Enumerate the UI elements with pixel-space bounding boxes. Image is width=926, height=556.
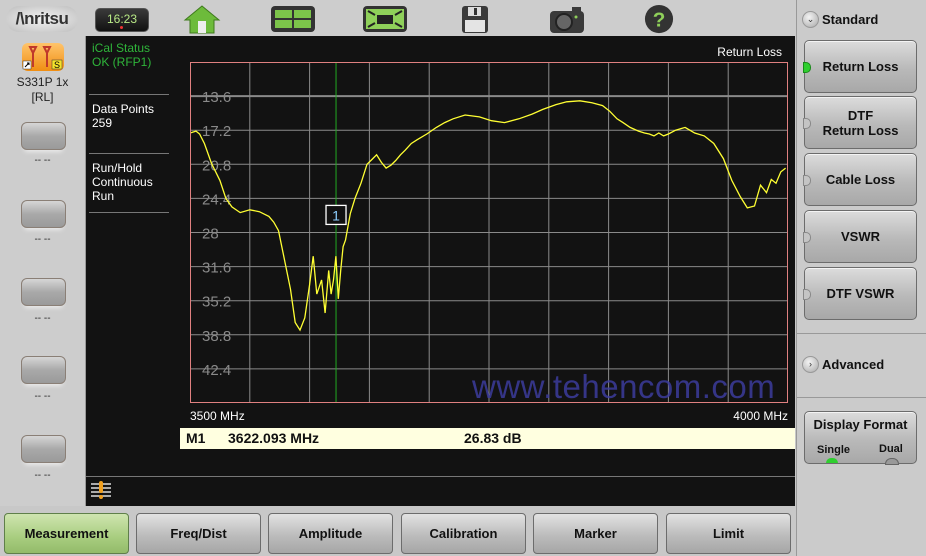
marker-name: M1 <box>186 430 206 446</box>
soft-key-5-label: -- -- <box>34 470 51 481</box>
antenna-icon: S <box>22 46 63 70</box>
y-tick-label: 31.6 <box>202 260 231 277</box>
display-format-single-label: Single <box>817 444 851 456</box>
camera-icon[interactable] <box>548 4 586 34</box>
model-name: S331P 1x <box>16 75 69 89</box>
return-loss-button[interactable]: Return Loss <box>803 40 917 93</box>
y-tick-label: 42.4 <box>202 362 231 379</box>
soft-key-2-label: -- -- <box>34 234 51 245</box>
y-tick-label: 17.2 <box>202 123 231 140</box>
cable-loss-button[interactable]: Cable Loss <box>803 153 917 206</box>
soft-key-2[interactable] <box>21 200 66 228</box>
marker-frequency: 3622.093 MHz <box>228 430 320 446</box>
soft-key-4-label: -- -- <box>34 391 51 402</box>
message-area-divider <box>86 476 795 477</box>
single-selected-led <box>826 458 838 463</box>
plot-title: Return Loss <box>717 45 782 59</box>
instrument-mode-icon[interactable]: S <box>22 43 64 71</box>
display-format-label: Display Format <box>813 417 908 432</box>
return-loss-button-label: Return Loss <box>822 59 899 74</box>
run-hold-info: Run/Hold Continuous Run <box>92 161 153 203</box>
dtf-vswr-button[interactable]: DTF VSWR <box>803 267 917 320</box>
cable-loss-button-label: Cable Loss <box>825 172 896 187</box>
help-icon[interactable]: ? <box>643 4 675 34</box>
vswr-button[interactable]: VSWR <box>803 210 917 263</box>
dtf-vswr-button-label: DTF VSWR <box>826 286 895 301</box>
run-hold-label: Run/Hold <box>92 161 143 175</box>
menu-divider <box>797 397 926 398</box>
inactive-indicator-led <box>803 289 811 300</box>
marker-1-flag[interactable]: 1 <box>325 204 347 226</box>
inactive-indicator-led <box>803 232 811 243</box>
marker-readout-bar[interactable]: M1 3622.093 MHz 26.83 dB <box>180 428 795 449</box>
soft-key-4[interactable] <box>21 356 66 384</box>
menu-divider <box>797 333 926 334</box>
inactive-indicator-led <box>803 118 811 129</box>
soft-key-5[interactable] <box>21 435 66 463</box>
ical-status: iCal Status OK (RFP1) <box>92 41 151 69</box>
tab-freq-dist[interactable]: Freq/Dist <box>136 513 261 554</box>
display-format-toggle[interactable]: Display Format Single Dual <box>804 411 917 465</box>
clock-display[interactable]: 16:23 <box>95 8 149 32</box>
tab-calibration[interactable]: Calibration <box>401 513 526 554</box>
y-tick-label: 38.8 <box>202 328 231 345</box>
dual-unselected-led <box>885 458 899 465</box>
advanced-section-label: Advanced <box>822 357 885 372</box>
home-icon[interactable] <box>183 4 221 34</box>
tab-limit[interactable]: Limit <box>666 513 791 554</box>
run-hold-mode: Continuous <box>92 175 153 189</box>
status-divider <box>89 153 169 154</box>
vswr-button-label: VSWR <box>841 229 880 244</box>
measurement-mode: [RL] <box>31 90 54 104</box>
return-loss-trace <box>190 100 787 332</box>
status-divider <box>89 212 169 213</box>
y-tick-label: 28 <box>202 226 219 243</box>
y-axis-ticks: 13.617.220.824.42831.635.238.842.4 <box>202 89 231 379</box>
inactive-indicator-led <box>803 175 811 186</box>
chevron-down-icon: ⌄ <box>802 11 819 29</box>
tab-measurement[interactable]: Measurement <box>4 513 129 554</box>
message-log-icon[interactable] <box>89 480 113 500</box>
ical-status-label: iCal Status <box>92 41 151 55</box>
marker-1-label: 1 <box>332 207 340 223</box>
x-axis-start: 3500 MHz <box>190 409 245 423</box>
advanced-section-toggle[interactable]: › Advanced <box>802 356 884 374</box>
marker-value: 26.83 dB <box>464 430 522 446</box>
y-tick-label: 35.2 <box>202 294 231 311</box>
fullscreen-icon[interactable] <box>362 4 408 34</box>
svg-text:S: S <box>54 60 60 70</box>
status-divider <box>89 94 169 95</box>
save-icon[interactable] <box>461 4 489 34</box>
dtf-return-loss-button-label: DTF Return Loss <box>822 107 899 138</box>
return-loss-chart[interactable]: 13.617.220.824.42831.635.238.842.4 1 <box>190 62 788 403</box>
chart-grid <box>190 62 788 403</box>
y-tick-label: 13.6 <box>202 89 231 106</box>
standard-section-label: Standard <box>822 12 879 27</box>
soft-key-3[interactable] <box>21 278 66 306</box>
active-indicator-led <box>803 62 811 73</box>
display-format-dual-label: Dual <box>879 443 903 455</box>
soft-key-3-label: -- -- <box>34 313 51 324</box>
soft-key-1[interactable] <box>21 122 66 150</box>
anritsu-logo: /\nritsu <box>6 6 78 32</box>
x-axis-stop: 4000 MHz <box>733 409 788 423</box>
svg-text:?: ? <box>653 9 666 32</box>
data-points-info: Data Points 259 <box>92 102 154 130</box>
ical-status-value: OK (RFP1) <box>92 55 152 69</box>
data-points-value: 259 <box>92 116 113 130</box>
layout-icon[interactable] <box>270 4 316 34</box>
tab-marker[interactable]: Marker <box>533 513 658 554</box>
chevron-right-icon: › <box>802 356 819 374</box>
tab-amplitude[interactable]: Amplitude <box>268 513 393 554</box>
dtf-return-loss-button[interactable]: DTF Return Loss <box>803 96 917 149</box>
y-tick-label: 20.8 <box>202 157 231 174</box>
watermark: www.tehencom.com <box>472 368 776 405</box>
data-points-label: Data Points <box>92 102 155 116</box>
instrument-model: S331P 1x [RL] <box>0 75 85 105</box>
soft-key-1-label: -- -- <box>34 155 51 166</box>
standard-section-toggle[interactable]: ⌄ Standard <box>802 11 878 29</box>
run-hold-state: Run <box>92 189 115 203</box>
